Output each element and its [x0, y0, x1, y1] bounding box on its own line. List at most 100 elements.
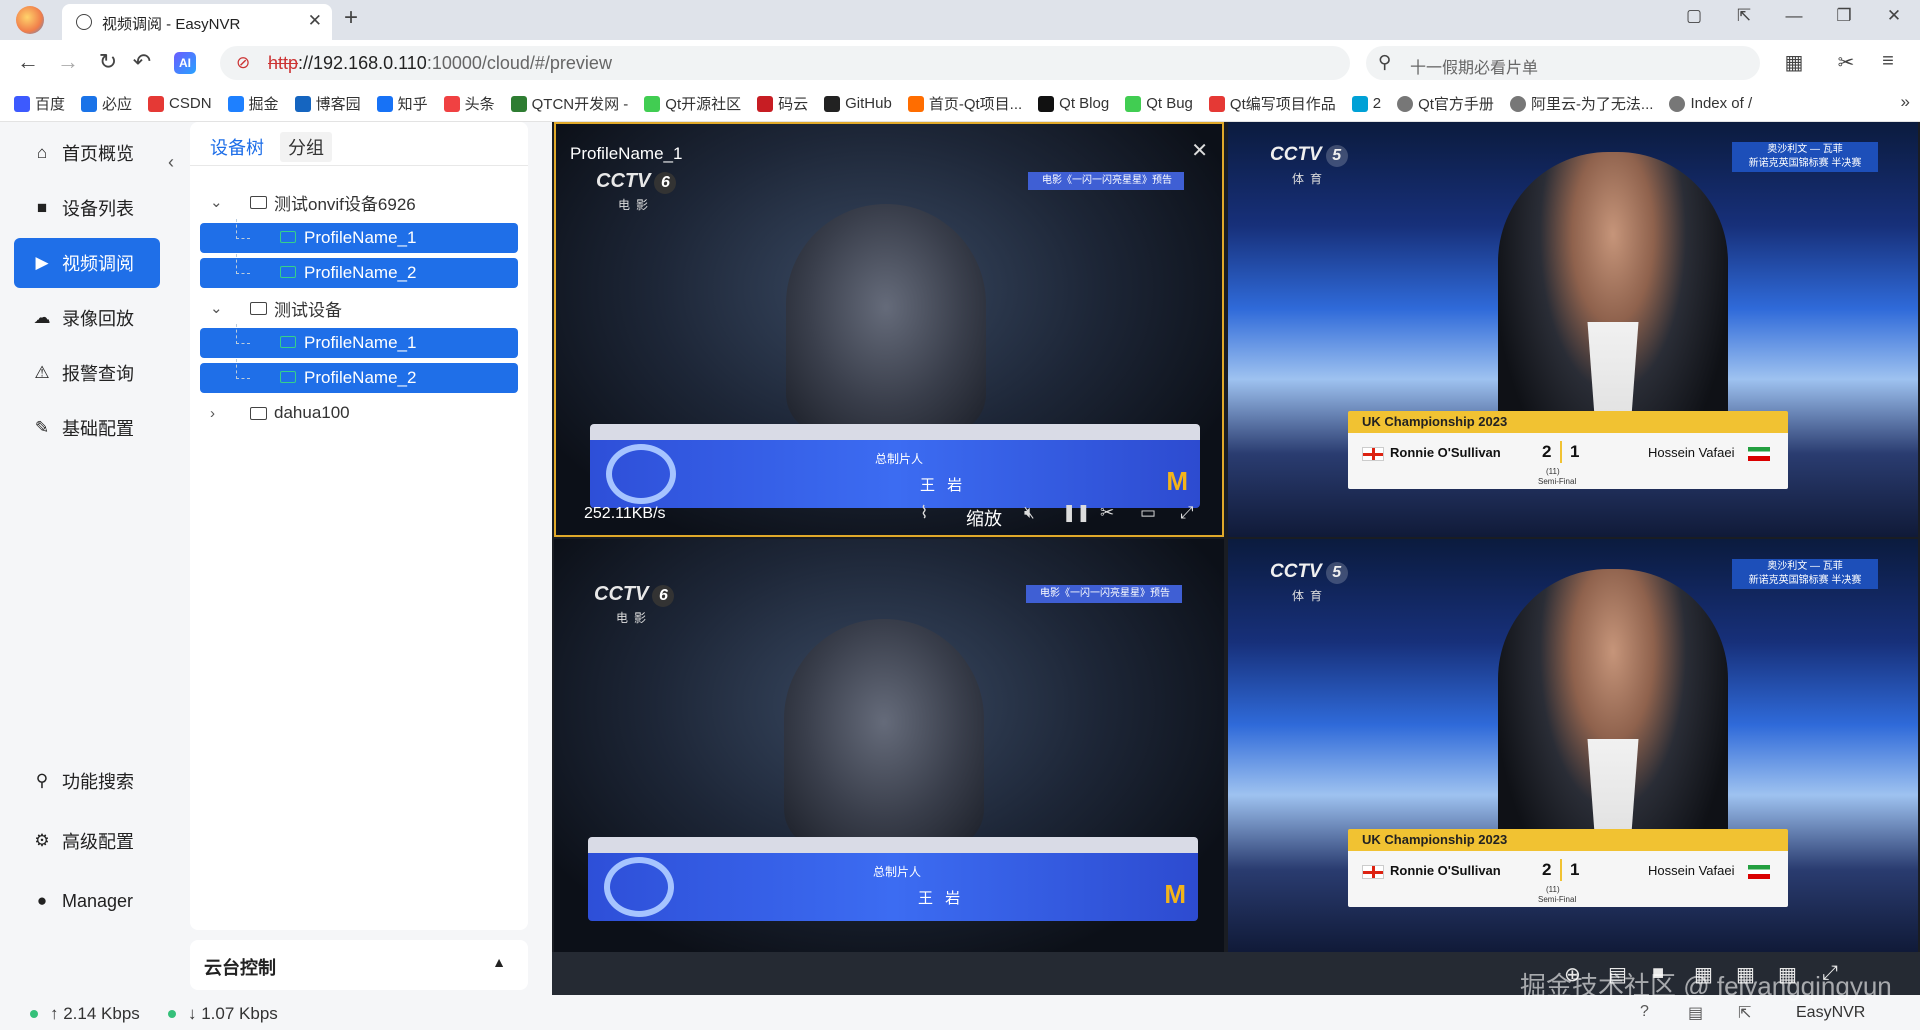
bookmark-item[interactable]: 掘金 [227, 93, 279, 114]
sidebar-collapse-icon[interactable]: ‹ [168, 152, 174, 173]
movie-channel-logo: M [1166, 466, 1188, 496]
tree-leaf-channel[interactable]: ProfileName_2 [200, 359, 518, 393]
bookmark-item[interactable]: Qt Blog [1038, 95, 1109, 112]
bookmark-item[interactable]: CSDN [148, 95, 212, 112]
search-placeholder: 十一假期必看片单 [1410, 60, 1539, 77]
video-cell-1[interactable]: CCTV 6 电影 电影《一闪一闪亮星星》预告 总制片人 王 岩 M Profil… [554, 122, 1224, 537]
video-subject [784, 619, 984, 849]
bookmark-item[interactable]: Qt编写项目作品 [1208, 93, 1336, 114]
bookmark-item[interactable]: Qt官方手册 [1397, 93, 1494, 114]
undo-close-button[interactable]: ↶ [128, 49, 156, 75]
mute-icon[interactable]: 🔇︎ [1024, 503, 1035, 523]
device-tree-panel: 设备树 分组 ⌄ 测试onvif设备6926 ProfileName_1 Pro… [190, 122, 528, 930]
bookmark-item[interactable]: Qt Bug [1125, 95, 1193, 112]
bookmark-item[interactable]: Index of / [1669, 95, 1752, 112]
back-button[interactable]: ← [14, 49, 42, 75]
menu-icon[interactable]: ≡ [1874, 50, 1902, 73]
england-flag-icon [1362, 865, 1384, 879]
apps-grid-icon[interactable]: ▦ [1780, 50, 1808, 75]
bookmark-item[interactable]: 博客园 [294, 93, 361, 114]
tab-device-tree[interactable]: 设备树 [202, 132, 272, 162]
sidebar-item-advanced[interactable]: ⚙ 高级配置 [14, 816, 160, 866]
bookmark-favicon-icon [1125, 95, 1142, 112]
video-cell-3[interactable]: CCTV 6 电影 电影《一闪一闪亮星星》预告 总制片人 王 岩 M [554, 539, 1224, 952]
expand-arrow-icon[interactable]: ▲ [492, 954, 506, 970]
sidebar-item-preview[interactable]: ▶ 视频调阅 [14, 238, 160, 288]
cctv6-subtitle: 电影 [618, 198, 655, 212]
tab-count-icon[interactable]: ▢ [1680, 6, 1708, 26]
close-icon[interactable]: ✕ [1191, 138, 1208, 163]
sidebar-item-devices[interactable]: ■ 设备列表 [14, 183, 160, 233]
bookmark-favicon-icon [1397, 95, 1414, 112]
expand-caret-icon[interactable]: › [210, 405, 215, 422]
url-bar[interactable]: ⊘ http://192.168.0.110:10000/cloud/#/pre… [220, 46, 1558, 80]
tree-node[interactable]: ⌄ 测试设备 [190, 292, 528, 324]
sidebar-item-home[interactable]: ⌂ 首页概览 [14, 128, 160, 178]
pause-icon[interactable]: ❚❚ [1062, 503, 1091, 523]
channel-6-emblem [606, 444, 676, 504]
ai-assistant-icon[interactable]: AI [174, 52, 196, 74]
bookmark-item[interactable]: QTCN开发网 - [510, 93, 628, 114]
forward-button[interactable]: → [54, 49, 82, 75]
easynvr-app: ‹ ⌂ 首页概览 ■ 设备列表 ▶ 视频调阅 ☁ 录像回放 ⚠ 报警查询 ✎ 基础配置 ⚲ 功… [0, 122, 1920, 1030]
video-grid: CCTV 6 电影 电影《一闪一闪亮星星》预告 总制片人 王 岩 M Profil… [552, 122, 1920, 995]
video-cell-4[interactable]: CCTV 5 体育 奥沙利文 — 瓦菲 新诺克英国锦标赛 半决赛 UK Champi… [1228, 539, 1918, 952]
browser-tab[interactable]: 视频调阅 - EasyNVR ✕ [62, 4, 332, 40]
promo-banner: 电影《一闪一闪亮星星》预告 [1026, 585, 1182, 603]
snapshot-icon[interactable]: ✂ [1100, 503, 1114, 523]
home-icon: ⌂ [36, 143, 48, 162]
sidebar-item-alarms[interactable]: ⚠ 报警查询 [14, 348, 160, 398]
bookmark-item[interactable]: 码云 [757, 93, 808, 114]
fullscreen-icon[interactable]: ⤢ [1180, 503, 1194, 523]
sidebar-item-user[interactable]: ● Manager [14, 876, 160, 926]
match-badge: 奥沙利文 — 瓦菲 新诺克英国锦标赛 半决赛 [1732, 559, 1878, 589]
sidebar-item-config[interactable]: ✎ 基础配置 [14, 403, 160, 453]
ptz-control-panel[interactable]: 云台控制 ▲ [190, 940, 528, 990]
close-window-button[interactable]: ✕ [1880, 6, 1908, 26]
zoom-button[interactable]: 缩放 [966, 505, 1002, 531]
bookmark-item[interactable]: 阿里云-为了无法... [1509, 93, 1653, 114]
url-text[interactable]: http://192.168.0.110:10000/cloud/#/previ… [268, 53, 612, 74]
bookmark-item[interactable]: 2 [1351, 95, 1381, 112]
bookmark-favicon-icon [1351, 95, 1368, 112]
bookmarks-overflow-button[interactable]: » [1901, 92, 1910, 112]
waveform-icon[interactable]: ⌇ [920, 503, 928, 523]
insecure-icon[interactable]: ⊘ [236, 53, 250, 73]
alarm-icon: ⚠ [34, 363, 50, 382]
help-icon[interactable]: ? [1640, 1003, 1649, 1021]
tree-node[interactable]: › dahua100 [190, 397, 528, 429]
new-tab-button[interactable]: + [344, 4, 358, 32]
document-icon[interactable]: ▤ [1688, 1003, 1703, 1023]
expand-caret-icon[interactable]: ⌄ [210, 299, 223, 317]
maximize-button[interactable]: ❐ [1830, 6, 1858, 26]
export-icon[interactable]: ⇱ [1738, 1003, 1751, 1023]
bookmark-item[interactable]: Qt开源社区 [644, 93, 741, 114]
tree-leaf-channel[interactable]: ProfileName_2 [200, 254, 518, 288]
bookmark-item[interactable]: 知乎 [376, 93, 428, 114]
video-cell-2[interactable]: CCTV 5 体育 奥沙利文 — 瓦菲 新诺克英国锦标赛 半决赛 UK Champi… [1228, 122, 1918, 537]
tree-connector [236, 359, 237, 379]
expand-caret-icon[interactable]: ⌄ [210, 193, 223, 211]
sidebar-item-playback[interactable]: ☁ 录像回放 [14, 293, 160, 343]
browser-search-box[interactable]: ⚲ 十一假期必看片单 [1366, 46, 1760, 80]
record-icon[interactable]: ▭ [1140, 503, 1156, 523]
ptz-title: 云台控制 [204, 958, 276, 978]
reload-button[interactable]: ↻ [94, 49, 122, 75]
tree-leaf-channel[interactable]: ProfileName_1 [200, 324, 518, 358]
video-camera-icon [280, 336, 296, 348]
bookmark-item[interactable]: 头条 [443, 93, 495, 114]
sidebar-item-search[interactable]: ⚲ 功能搜索 [14, 756, 160, 806]
tab-groups[interactable]: 分组 [280, 132, 332, 162]
minimize-button[interactable]: — [1780, 6, 1808, 26]
tree-node[interactable]: ⌄ 测试onvif设备6926 [190, 186, 528, 218]
tree-leaf-channel[interactable]: ProfileName_1 [200, 219, 518, 253]
tab-close-icon[interactable]: ✕ [308, 11, 322, 31]
bookmark-item[interactable]: 首页-Qt项目... [907, 93, 1022, 114]
pin-icon[interactable]: ⇱ [1730, 6, 1758, 26]
download-rate: ↓ 1.07 Kbps [188, 1004, 278, 1023]
globe-icon [76, 14, 92, 30]
bookmark-item[interactable]: GitHub [824, 95, 892, 112]
scissors-icon[interactable]: ✂ [1832, 50, 1860, 75]
bookmark-item[interactable]: 百度 [14, 93, 65, 114]
bookmark-item[interactable]: 必应 [81, 93, 132, 114]
